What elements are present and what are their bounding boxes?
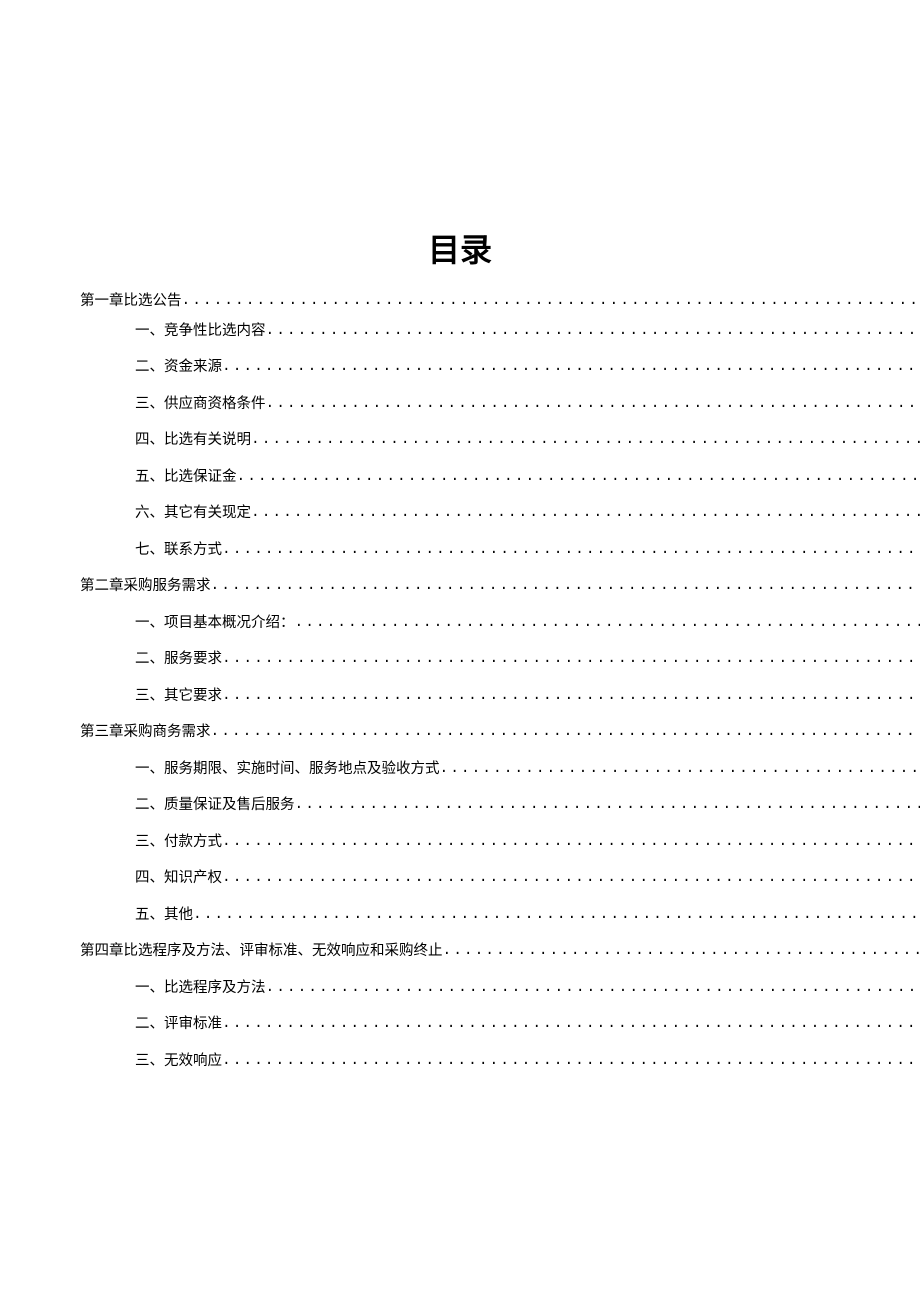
toc-entry: 四、知识产权* xyxy=(135,866,920,887)
entry-label: 一、服务期限、实施时间、服务地点及验收方式 xyxy=(135,757,440,778)
toc-title: 目录 xyxy=(80,225,840,271)
entry-label: 一、项目基本概况介绍： xyxy=(135,611,295,632)
entry-label: 二、评审标准 xyxy=(135,1012,222,1033)
dot-leader xyxy=(237,469,920,485)
document-page: 目录 第一章比选公告1 一、竞争性比选内容1 二、资金来源1 三、供应商资格条件… xyxy=(0,0,920,1078)
dot-leader xyxy=(222,870,920,886)
dot-leader xyxy=(266,396,920,412)
toc-entry: 二、质量保证及售后服务65 xyxy=(135,793,920,814)
dot-leader xyxy=(222,1016,920,1032)
dot-leader xyxy=(440,761,920,777)
dot-leader xyxy=(295,797,920,813)
toc-entry: 第三章采购商务需求54 xyxy=(80,720,920,741)
dot-leader xyxy=(266,323,920,339)
dot-leader xyxy=(222,651,920,667)
entry-label: 一、竞争性比选内容 xyxy=(135,319,266,340)
toc-entry: 三、无效响应12++ xyxy=(135,1049,920,1070)
entry-label: 四、比选有关说明 xyxy=(135,428,251,449)
entry-label: 二、质量保证及售后服务 xyxy=(135,793,295,814)
entry-label: 五、其他 xyxy=(135,903,193,924)
entry-label: 二、资金来源 xyxy=(135,355,222,376)
entry-label: 三、无效响应 xyxy=(135,1049,222,1070)
dot-leader xyxy=(443,943,920,959)
toc-entry: 三、供应商资格条件1 xyxy=(135,392,920,413)
entry-label: 二、服务要求 xyxy=(135,647,222,668)
toc-entry: 三、其它要求装 xyxy=(135,684,920,705)
entry-label: 一、比选程序及方法 xyxy=(135,976,266,997)
table-of-contents: 第一章比选公告1 一、竞争性比选内容1 二、资金来源1 三、供应商资格条件1 四… xyxy=(80,289,840,1078)
toc-entry: 三、付款方式75 xyxy=(135,830,920,851)
toc-entry: 第四章比选程序及方法、评审标准、无效响应和采购终止87 xyxy=(80,939,920,960)
dot-leader xyxy=(251,505,920,521)
toc-entry: 二、资金来源1 xyxy=(135,355,920,376)
toc-entry: 一、服务期限、实施时间、服务地点及验收方式54 xyxy=(135,757,920,778)
entry-label: 第三章采购商务需求 xyxy=(80,720,211,741)
dot-leader xyxy=(193,907,920,923)
entry-label: 第四章比选程序及方法、评审标准、无效响应和采购终止 xyxy=(80,939,443,960)
entry-label: 第一章比选公告 xyxy=(80,289,182,310)
dot-leader xyxy=(211,578,920,594)
dot-leader xyxy=(222,1053,920,1069)
toc-entry: 一、比选程序及方法87 xyxy=(135,976,920,997)
toc-entry: 五、比选保证金32 xyxy=(135,465,920,486)
entry-label: 三、其它要求 xyxy=(135,684,222,705)
entry-label: 四、知识产权 xyxy=(135,866,222,887)
toc-entry: 六、其它有关现定32 xyxy=(135,501,920,522)
toc-entry: 二、服务要求" xyxy=(135,647,920,668)
dot-leader xyxy=(295,615,920,631)
dot-leader xyxy=(222,834,920,850)
dot-leader xyxy=(222,688,920,704)
entry-label: 三、付款方式 xyxy=(135,830,222,851)
entry-label: 第二章采购服务需求 xyxy=(80,574,211,595)
dot-leader xyxy=(251,432,920,448)
toc-entry: 四、比选有关说明1 xyxy=(135,428,920,449)
toc-entry: 第二章采购服务需求4Λ xyxy=(80,574,920,595)
entry-label: 七、联系方式 xyxy=(135,538,222,559)
dot-leader xyxy=(222,359,920,375)
toc-entry: 七、联系方式32 xyxy=(135,538,920,559)
toc-entry: 第一章比选公告1 xyxy=(80,289,920,310)
entry-label: 六、其它有关现定 xyxy=(135,501,251,522)
entry-label: 三、供应商资格条件 xyxy=(135,392,266,413)
toc-entry: 五、其他76 xyxy=(135,903,920,924)
dot-leader xyxy=(266,980,920,996)
entry-label: 五、比选保证金 xyxy=(135,465,237,486)
toc-entry: 二、评审标准109 xyxy=(135,1012,920,1033)
dot-leader xyxy=(182,293,920,309)
toc-entry: 一、竞争性比选内容1 xyxy=(135,319,920,340)
dot-leader xyxy=(211,724,920,740)
toc-entry: 一、项目基本概况介绍：43 xyxy=(135,611,920,632)
dot-leader xyxy=(222,542,920,558)
